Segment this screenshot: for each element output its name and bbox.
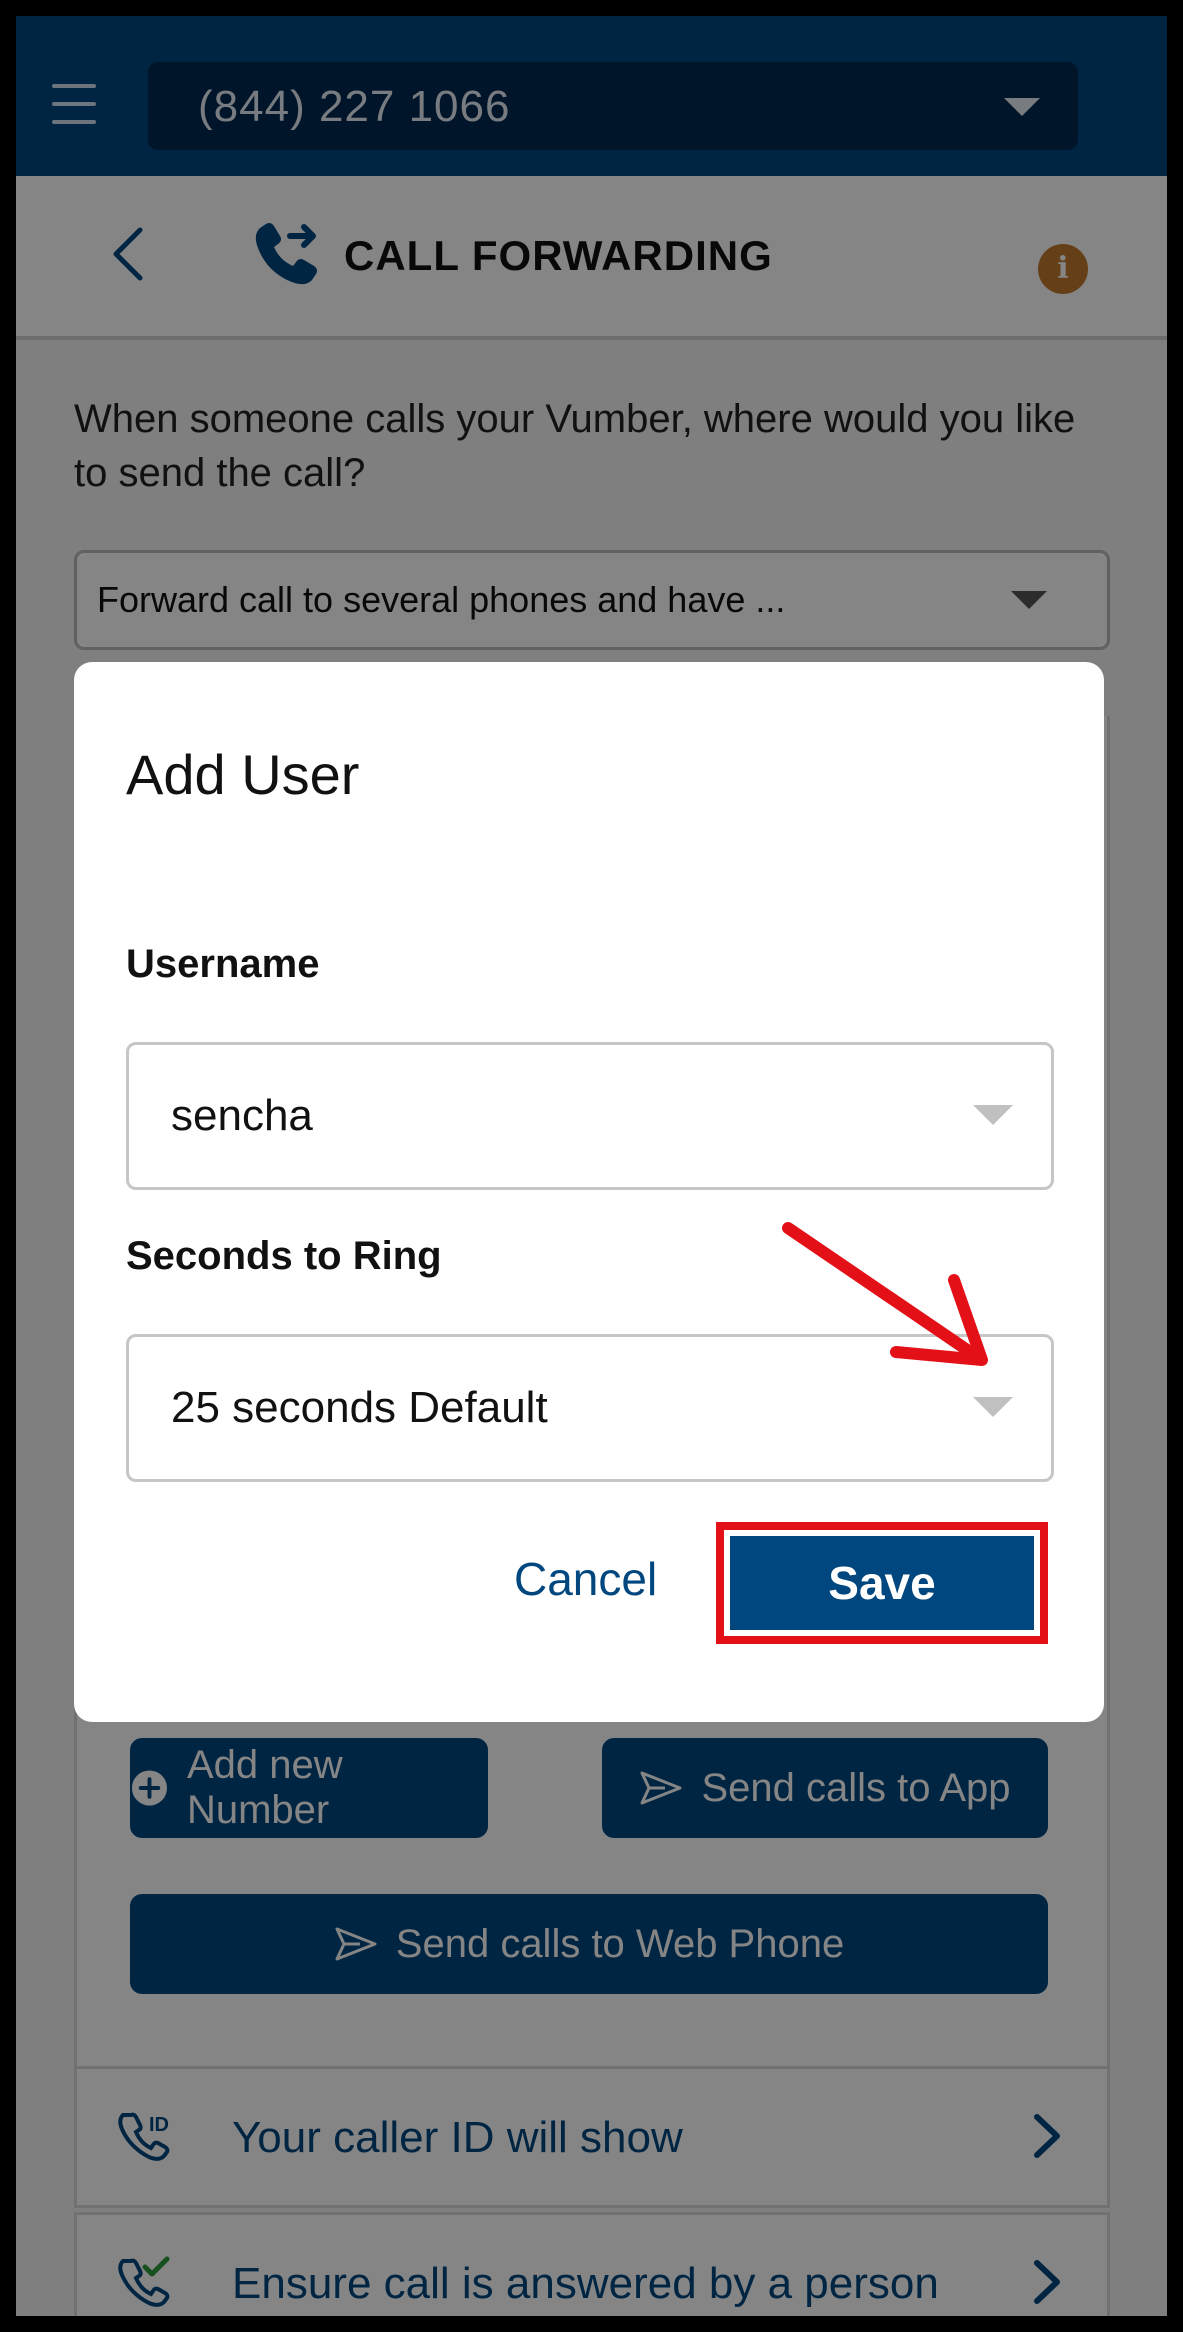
username-value: sencha — [171, 1091, 313, 1140]
add-user-dialog: Add User Username sencha Seconds to Ring… — [74, 662, 1104, 1722]
save-highlight: Save — [716, 1522, 1048, 1644]
username-select[interactable]: sencha — [126, 1042, 1054, 1190]
username-label: Username — [126, 942, 320, 986]
chevron-down-icon — [973, 1397, 1013, 1417]
app-frame: (844) 227 1066 CALL FORWARDING i When so… — [16, 16, 1167, 2316]
dialog-title: Add User — [126, 743, 360, 806]
save-button[interactable]: Save — [730, 1536, 1034, 1630]
annotation-arrow — [782, 1222, 988, 1366]
seconds-to-ring-value: 25 seconds Default — [171, 1383, 548, 1432]
seconds-to-ring-label: Seconds to Ring — [126, 1234, 442, 1278]
cancel-button[interactable]: Cancel — [514, 1552, 657, 1606]
chevron-down-icon — [973, 1105, 1013, 1125]
